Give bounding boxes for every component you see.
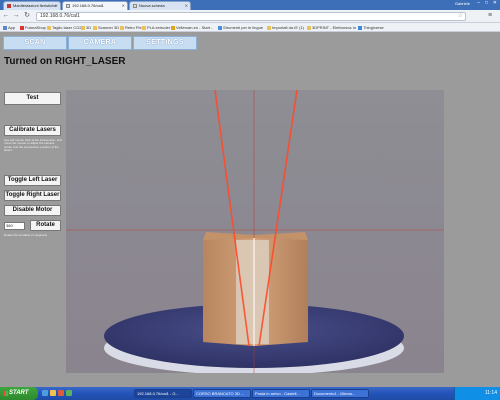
taskbar-item-mail[interactable]: Posta in arrivo - Castell...: [252, 389, 310, 398]
bookmark-label: 3D: [86, 25, 92, 30]
folder-icon: [81, 26, 85, 30]
bookmarks-bar: App FuturaShop Taglio laser CO2 3D Scann…: [0, 23, 500, 32]
settings-nav-button[interactable]: SETTINGS: [133, 36, 197, 50]
page-icon: [66, 3, 70, 8]
rotation-degrees-input[interactable]: 360: [4, 222, 25, 230]
taskbar-item-browser[interactable]: 192.168.0.76/cal1 - G...: [134, 389, 192, 398]
profile-name[interactable]: Gabriele: [455, 1, 470, 6]
favicon-icon: [20, 26, 24, 30]
close-tab-icon[interactable]: ✕: [122, 3, 125, 8]
bookmark-label: PLA extruder: [147, 25, 171, 30]
url-text: 192.168.0.76/cal1: [40, 13, 80, 19]
tab-cal1[interactable]: 192.168.0.76/cal1 ✕: [62, 1, 128, 10]
test-button[interactable]: Test: [4, 92, 61, 105]
favicon-icon: [7, 3, 11, 8]
window-close-icon[interactable]: ✕: [493, 0, 497, 6]
bookmark-label: FuturaShop: [25, 25, 46, 30]
system-tray: 11:14: [454, 387, 500, 400]
taskbar-item-document[interactable]: Documento1 - Micros...: [311, 389, 369, 398]
bookmark-thingiverse[interactable]: Thingiverse: [358, 25, 384, 30]
folder-icon: [267, 26, 271, 30]
address-bar[interactable]: 192.168.0.76/cal1 ☆: [36, 12, 466, 21]
toggle-left-laser-button[interactable]: Toggle Left Laser: [4, 175, 61, 186]
bookmark-velleman[interactable]: Velleman.eu - Start -: [171, 25, 212, 30]
bookmark-futurashop[interactable]: FuturaShop: [20, 25, 46, 30]
scan-nav-button[interactable]: SCAN: [3, 36, 67, 50]
maximize-icon[interactable]: □: [485, 0, 488, 6]
folder-icon: [307, 26, 311, 30]
rotate-button[interactable]: Rotate: [30, 220, 61, 231]
camera-frame-image: [66, 90, 444, 373]
favicon-icon: [218, 26, 222, 30]
bookmark-importati-ie[interactable]: Importati da IE (1): [267, 25, 304, 30]
bookmark-3d[interactable]: 3D: [81, 25, 91, 30]
back-arrow-icon[interactable]: ←: [2, 12, 10, 20]
chrome-icon[interactable]: [66, 390, 72, 396]
rotate-instructions: Rotate the turntable (in degrees): [4, 233, 48, 237]
folder-icon: [93, 26, 97, 30]
bookmark-pla-extruder[interactable]: PLA extruder: [142, 25, 170, 30]
folder-icon: [47, 26, 51, 30]
reload-icon[interactable]: ↻: [23, 12, 31, 20]
bookmark-star-icon[interactable]: ☆: [458, 13, 463, 20]
page-icon: [133, 3, 137, 8]
bookmark-label: Importati da IE (1): [272, 25, 305, 30]
tab-manifestazioni[interactable]: Manifestazioni fieristiche ✕: [3, 1, 61, 10]
folder-icon: [142, 26, 146, 30]
warning-icon: [171, 26, 175, 30]
explorer-icon[interactable]: [50, 390, 56, 396]
close-tab-icon[interactable]: ✕: [185, 3, 188, 8]
bookmark-retro-pie[interactable]: Retro Pie: [120, 25, 142, 30]
browser-menu-icon[interactable]: ≡: [488, 12, 496, 20]
taskbar-item-folder[interactable]: CORSO BRANCATO 3D ...: [193, 389, 251, 398]
bookmark-apps[interactable]: App: [3, 25, 15, 30]
tab-new[interactable]: Nuova scheda ✕: [129, 1, 191, 10]
bookmark-taglio-laser[interactable]: Taglio laser CO2: [47, 25, 82, 30]
bookmark-strumenti-lingue[interactable]: Strumenti per le lingue: [218, 25, 263, 30]
calibrate-lasers-button[interactable]: Calibrate Lasers: [4, 125, 61, 136]
tab-label: 192.168.0.76/cal1: [72, 3, 104, 8]
forward-arrow-icon[interactable]: →: [12, 12, 20, 20]
bookmark-label: App: [8, 25, 16, 30]
camera-nav-button[interactable]: CAMERA: [68, 36, 132, 50]
windows-logo-icon: [3, 391, 8, 396]
favicon-icon: [358, 26, 362, 30]
close-tab-icon[interactable]: ✕: [55, 3, 58, 8]
bookmark-label: Taglio laser CO2: [52, 25, 82, 30]
folder-icon: [120, 26, 124, 30]
clock[interactable]: 11:14: [485, 390, 497, 396]
bookmark-3dprint[interactable]: 3DPRINT - Elettronica In: [307, 25, 356, 30]
ie-icon[interactable]: [42, 390, 48, 396]
bookmark-label: Scanner 3D: [98, 25, 120, 30]
minimize-icon[interactable]: –: [477, 0, 480, 6]
calibrate-instructions: Use left mouse click at the intersection…: [4, 138, 62, 153]
bookmark-label: Strumenti per le lingue: [223, 25, 264, 30]
tab-label: Manifestazioni fieristiche: [13, 3, 57, 8]
status-title: Turned on RIGHT_LASER: [4, 56, 126, 67]
start-button[interactable]: START: [0, 387, 38, 400]
tab-label: Nuova scheda: [139, 3, 165, 8]
windows-taskbar: START 192.168.0.76/cal1 - G... CORSO BRA…: [0, 387, 500, 400]
bookmark-label: Velleman.eu - Start -: [176, 25, 213, 30]
bookmark-label: Thingiverse: [363, 25, 384, 30]
bookmark-label: 3DPRINT - Elettronica In: [312, 25, 356, 30]
bookmark-scanner-3d[interactable]: Scanner 3D: [93, 25, 119, 30]
browser-tab-strip: Manifestazioni fieristiche ✕ 192.168.0.7…: [0, 0, 500, 10]
toggle-right-laser-button[interactable]: Toggle Right Laser: [4, 190, 61, 201]
camera-preview[interactable]: [66, 90, 444, 373]
browser-toolbar: ← → ↻ 192.168.0.76/cal1 ☆ ≡: [0, 10, 500, 23]
apps-grid-icon: [3, 26, 7, 30]
media-player-icon[interactable]: [58, 390, 64, 396]
disable-motor-button[interactable]: Disable Motor: [4, 205, 61, 216]
start-label: START: [9, 390, 29, 396]
bookmark-label: Retro Pie: [125, 25, 142, 30]
